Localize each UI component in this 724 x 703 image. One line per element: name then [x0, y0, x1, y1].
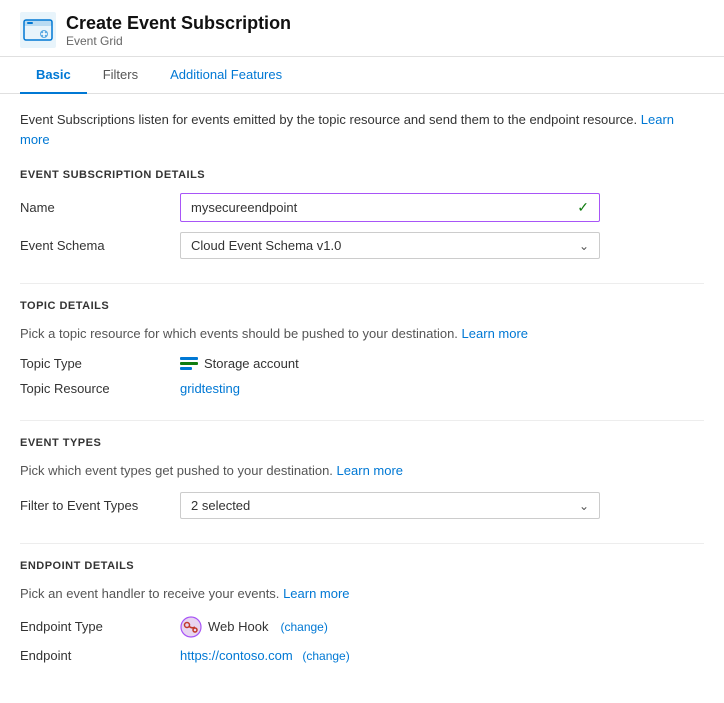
topic-resource-row: Topic Resource gridtesting	[20, 381, 704, 396]
page-subtitle: Event Grid	[66, 34, 291, 48]
endpoint-details-section: ENDPOINT DETAILS Pick an event handler t…	[20, 560, 704, 663]
chevron-down-icon: ⌄	[579, 239, 589, 253]
name-label: Name	[20, 200, 180, 215]
name-input[interactable]: mysecureendpoint ✓	[180, 193, 600, 222]
page-title: Create Event Subscription	[66, 13, 291, 34]
endpoint-url-row: Endpoint https://contoso.com (change)	[20, 648, 704, 663]
topic-type-value-container: Storage account	[180, 356, 704, 371]
page-header: Create Event Subscription Event Grid	[0, 0, 724, 57]
topic-resource-label: Topic Resource	[20, 381, 180, 396]
topic-desc: Pick a topic resource for which events s…	[20, 324, 704, 344]
intro-paragraph: Event Subscriptions listen for events em…	[20, 110, 704, 149]
check-icon: ✓	[577, 199, 589, 216]
endpoint-type-value-container: Web Hook (change)	[180, 616, 704, 638]
header-text-group: Create Event Subscription Event Grid	[66, 13, 291, 48]
event-filter-row: Filter to Event Types 2 selected ⌄	[20, 492, 704, 519]
endpoint-url-value-container: https://contoso.com (change)	[180, 648, 704, 663]
name-field-container: mysecureendpoint ✓	[180, 193, 704, 222]
event-grid-icon	[20, 12, 56, 48]
topic-learn-more-link[interactable]: Learn more	[462, 326, 528, 341]
tab-filters[interactable]: Filters	[87, 57, 154, 94]
section-divider-2	[20, 420, 704, 421]
endpoint-section-title: ENDPOINT DETAILS	[20, 560, 704, 572]
schema-dropdown[interactable]: Cloud Event Schema v1.0 ⌄	[180, 232, 600, 259]
endpoint-url-change-link[interactable]: (change)	[302, 649, 349, 663]
event-subscription-section-title: EVENT SUBSCRIPTION DETAILS	[20, 169, 704, 181]
event-filter-label: Filter to Event Types	[20, 498, 180, 513]
main-content: Event Subscriptions listen for events em…	[0, 94, 724, 703]
topic-type-display: Storage account	[180, 356, 704, 371]
webhook-icon	[180, 616, 202, 638]
section-divider-1	[20, 283, 704, 284]
topic-resource-link[interactable]: gridtesting	[180, 381, 240, 396]
endpoint-type-label: Endpoint Type	[20, 619, 180, 634]
topic-resource-value-container: gridtesting	[180, 381, 704, 396]
endpoint-learn-more-link[interactable]: Learn more	[283, 586, 349, 601]
event-types-desc: Pick which event types get pushed to you…	[20, 461, 704, 481]
topic-type-label: Topic Type	[20, 356, 180, 371]
topic-type-row: Topic Type Storage account	[20, 356, 704, 371]
schema-row: Event Schema Cloud Event Schema v1.0 ⌄	[20, 232, 704, 259]
tab-bar: Basic Filters Additional Features	[0, 57, 724, 94]
name-row: Name mysecureendpoint ✓	[20, 193, 704, 222]
endpoint-url-label: Endpoint	[20, 648, 180, 663]
event-filter-field-container: 2 selected ⌄	[180, 492, 704, 519]
section-divider-3	[20, 543, 704, 544]
chevron-down-icon: ⌄	[579, 499, 589, 513]
endpoint-desc: Pick an event handler to receive your ev…	[20, 584, 704, 604]
event-types-learn-more-link[interactable]: Learn more	[337, 463, 403, 478]
endpoint-type-display: Web Hook (change)	[180, 616, 704, 638]
event-types-section-title: EVENT TYPES	[20, 437, 704, 449]
topic-section-title: TOPIC DETAILS	[20, 300, 704, 312]
schema-label: Event Schema	[20, 238, 180, 253]
topic-details-section: TOPIC DETAILS Pick a topic resource for …	[20, 300, 704, 396]
tab-basic[interactable]: Basic	[20, 57, 87, 94]
endpoint-type-row: Endpoint Type Web Hook (change)	[20, 616, 704, 638]
endpoint-url-link[interactable]: https://contoso.com	[180, 648, 293, 663]
event-subscription-details-section: EVENT SUBSCRIPTION DETAILS Name mysecure…	[20, 169, 704, 259]
schema-field-container: Cloud Event Schema v1.0 ⌄	[180, 232, 704, 259]
endpoint-type-change-link[interactable]: (change)	[280, 620, 327, 634]
tab-additional-features[interactable]: Additional Features	[154, 57, 298, 94]
event-types-dropdown[interactable]: 2 selected ⌄	[180, 492, 600, 519]
event-types-section: EVENT TYPES Pick which event types get p…	[20, 437, 704, 520]
storage-account-icon	[180, 357, 198, 370]
